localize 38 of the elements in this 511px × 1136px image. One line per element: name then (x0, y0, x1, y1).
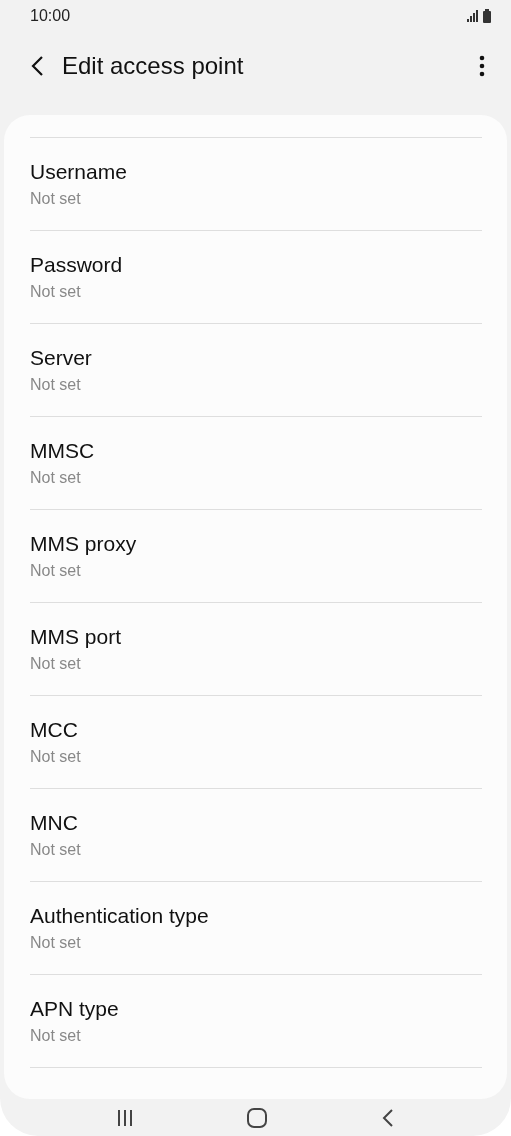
setting-row[interactable]: Password Not set (30, 230, 482, 323)
recent-apps-icon (116, 1108, 135, 1127)
setting-value: Not set (30, 562, 82, 580)
setting-row[interactable]: Username Not set (30, 137, 482, 230)
setting-label: Username (30, 160, 128, 184)
setting-label: MCC (30, 718, 79, 742)
status-time: 10:00 (30, 7, 71, 25)
setting-value: Not set (30, 655, 82, 673)
setting-value: Not set (30, 190, 82, 208)
setting-value: Not set (30, 1027, 82, 1045)
setting-label: MMS port (30, 625, 122, 649)
setting-value: Not set (30, 376, 82, 394)
setting-row[interactable]: Authentication type Not set (30, 881, 482, 974)
battery-icon (483, 9, 491, 23)
setting-row[interactable]: APN type Not set (30, 974, 482, 1067)
setting-label: Password (30, 253, 124, 277)
setting-label: APN type (30, 997, 120, 1021)
setting-row[interactable]: MMS port Not set (30, 602, 482, 695)
setting-value: Not set (30, 841, 82, 859)
more-icon (479, 55, 485, 77)
setting-label: MMSC (30, 439, 96, 463)
setting-label: Authentication type (30, 904, 210, 928)
setting-row[interactable]: Server Not set (30, 323, 482, 416)
setting-label: MNC (30, 811, 79, 835)
setting-row[interactable]: MNC Not set (30, 788, 482, 881)
back-icon (380, 1107, 395, 1128)
setting-row[interactable]: MMSC Not set (30, 416, 482, 509)
setting-row[interactable]: MMS proxy Not set (30, 509, 482, 602)
setting-value: Not set (30, 283, 82, 301)
home-icon (246, 1106, 269, 1129)
screen-title: Edit access point (62, 52, 245, 80)
setting-label: MMS proxy (30, 532, 138, 556)
setting-row[interactable]: MCC Not set (30, 695, 482, 788)
setting-value: Not set (30, 934, 82, 952)
setting-label: Server (30, 346, 93, 370)
setting-value: Not set (30, 748, 82, 766)
signal-icon (467, 10, 479, 22)
setting-value: Not set (30, 469, 82, 487)
